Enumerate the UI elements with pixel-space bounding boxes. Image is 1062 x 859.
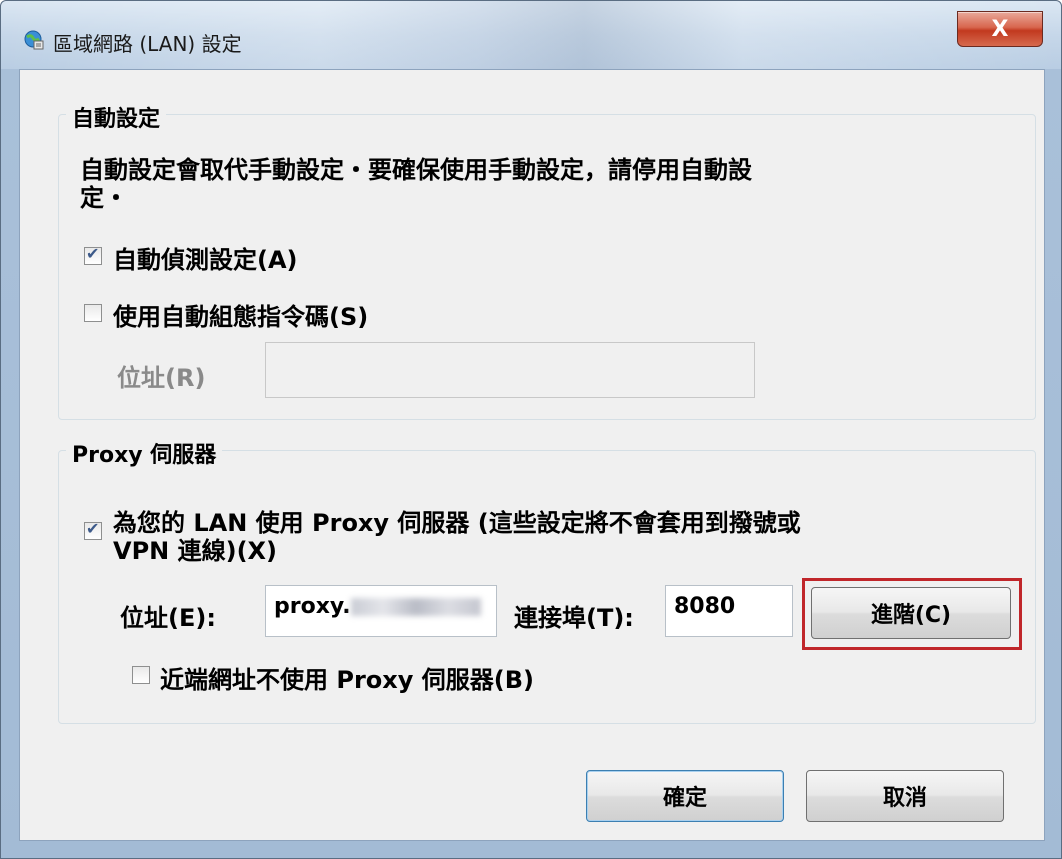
proxy-address-input[interactable]: proxy.	[265, 585, 497, 637]
proxy-address-value: proxy.	[274, 594, 351, 619]
auto-config-description-line1: 自動設定會取代手動設定・要確保使用手動設定，請停用自動設	[80, 156, 752, 184]
lan-settings-window: 區域網路 (LAN) 設定 X 自動設定 自動設定會取代手動設定・要確保使用手動…	[0, 0, 1062, 859]
redacted-address	[350, 598, 481, 616]
cancel-button[interactable]: 取消	[806, 770, 1004, 822]
script-address-label: 位址(R)	[117, 364, 206, 392]
auto-config-group-label: 自動設定	[66, 101, 167, 133]
bypass-local-checkbox[interactable]	[132, 666, 150, 684]
proxy-group-label: Proxy 伺服器	[66, 437, 223, 469]
dialog-content: 自動設定 自動設定會取代手動設定・要確保使用手動設定，請停用自動設 定・ 自動偵…	[19, 69, 1045, 841]
bypass-local-label[interactable]: 近端網址不使用 Proxy 伺服器(B)	[160, 660, 534, 695]
ok-button[interactable]: 確定	[586, 770, 784, 822]
window-title: 區域網路 (LAN) 設定	[53, 32, 242, 56]
use-proxy-label-line2[interactable]: VPN 連線)(X)	[113, 531, 277, 566]
auto-detect-checkbox[interactable]	[84, 244, 102, 265]
network-globe-icon	[24, 30, 44, 50]
auto-config-description-line2: 定・	[80, 184, 128, 212]
proxy-address-label: 位址(E):	[120, 604, 216, 632]
use-script-label[interactable]: 使用自動組態指令碼(S)	[113, 297, 368, 332]
use-proxy-checkbox[interactable]	[84, 519, 102, 540]
proxy-port-input[interactable]: 8080	[665, 585, 793, 637]
script-address-input[interactable]	[265, 342, 755, 398]
title-bar[interactable]: 區域網路 (LAN) 設定 X	[1, 1, 1061, 69]
auto-detect-label[interactable]: 自動偵測設定(A)	[113, 240, 298, 275]
close-icon: X	[991, 16, 1009, 42]
proxy-port-label: 連接埠(T):	[514, 604, 634, 632]
close-button[interactable]: X	[957, 11, 1043, 47]
use-script-checkbox[interactable]	[84, 304, 102, 322]
advanced-button[interactable]: 進階(C)	[811, 587, 1011, 639]
